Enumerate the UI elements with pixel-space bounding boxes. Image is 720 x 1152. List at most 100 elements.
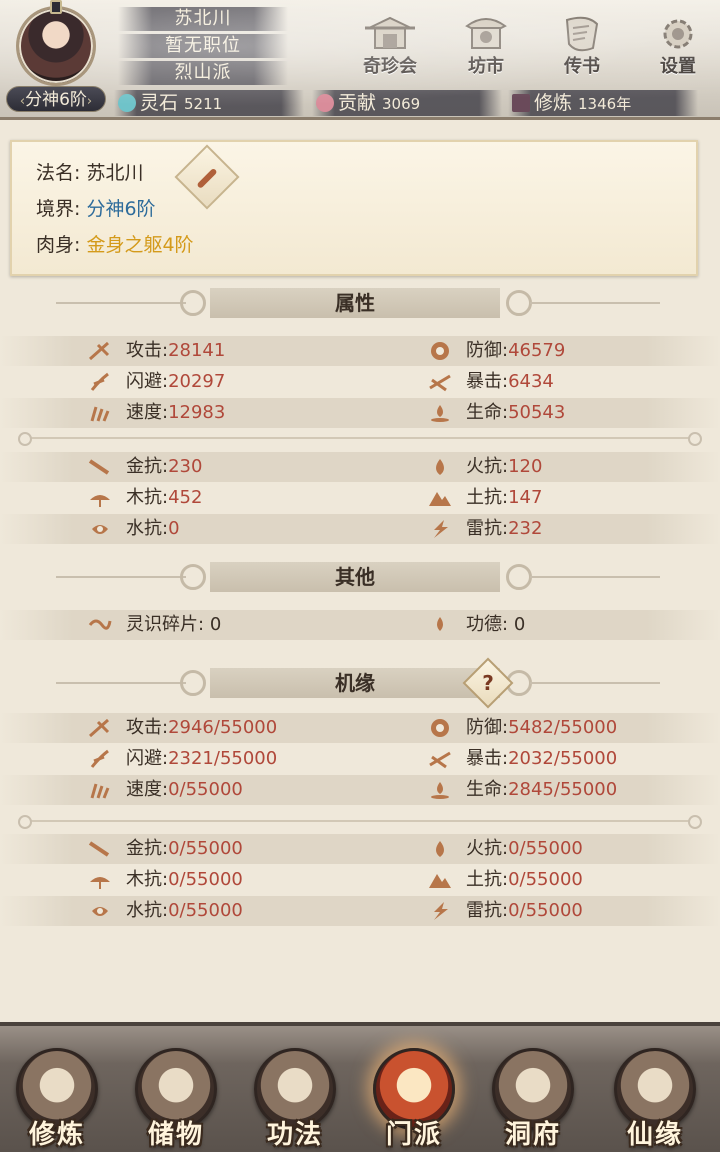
fire-resist-value: 120 — [508, 456, 543, 477]
fortune-attack-label: 攻击: — [126, 717, 169, 738]
other-row: 灵识碎片: 0 功德: 0 — [0, 610, 720, 640]
cultivation-label: 修炼 — [534, 92, 573, 114]
settings-button[interactable]: 设置 — [642, 14, 714, 78]
attack-label: 攻击: — [126, 340, 169, 361]
dharma-name-value: 苏北川 — [86, 162, 144, 184]
soul-fragment-label: 灵识碎片: — [126, 614, 205, 635]
defense-value: 46579 — [508, 340, 566, 361]
speed-icon — [88, 780, 112, 800]
realm-row: 境界: 分神6阶 — [36, 194, 156, 224]
fortune-metal-resist-value: 0/55000 — [168, 838, 243, 859]
fire-resist-icon — [428, 839, 452, 859]
player-position: 暂无职位 — [118, 34, 288, 58]
letter-button[interactable]: 传书 — [546, 14, 618, 78]
critical-value: 6434 — [508, 371, 554, 392]
realm-value: 分神6阶 — [86, 198, 156, 220]
spirit-stone-resource: 灵石 5211 — [114, 90, 304, 116]
title-line-left — [56, 302, 186, 304]
question-icon: ? — [482, 671, 494, 695]
other-section-title: 其他 — [0, 561, 720, 593]
metal-resist-value: 230 — [168, 456, 203, 477]
nav-immortal-fate[interactable]: 仙缘 — [600, 1036, 710, 1152]
dodge-value: 20297 — [168, 371, 226, 392]
nav-storage[interactable]: 储物 — [121, 1036, 231, 1152]
fortune-section-title: 机缘 — [0, 667, 720, 699]
fortune-help-button[interactable]: ? — [462, 657, 514, 709]
realm-tag: ‹分神6阶› — [6, 86, 106, 112]
realm-tag-label: 分神6阶 — [25, 90, 87, 110]
life-value: 50543 — [508, 402, 566, 423]
cultivation-resource: 修炼 1346年 — [508, 90, 698, 116]
fortune-speed-value: 0/55000 — [168, 779, 243, 800]
metal-resist-icon — [88, 457, 112, 477]
fortune-attack-value: 2946/55000 — [168, 717, 278, 738]
dharma-name-row: 法名: 苏北川 — [36, 158, 143, 188]
thunder-resist-icon — [428, 901, 452, 921]
fortune-row-1: 攻击:2946/55000 防御:5482/55000 — [0, 713, 720, 743]
nav-technique[interactable]: 功法 — [240, 1036, 350, 1152]
fortune-defense-value: 5482/55000 — [508, 717, 618, 738]
fortune-fire-resist-label: 火抗: — [466, 838, 509, 859]
fortune-title: 机缘 — [210, 668, 500, 698]
hairpin-icon — [50, 0, 62, 14]
avatar[interactable] — [16, 6, 96, 86]
cultivation-icon — [512, 94, 530, 112]
life-label: 生命: — [466, 402, 509, 423]
market-button[interactable]: 坊市 — [450, 14, 522, 78]
earth-resist-value: 147 — [508, 487, 543, 508]
res-row-2: 木抗:452 土抗:147 — [0, 483, 720, 513]
fortune-speed-label: 速度: — [126, 779, 169, 800]
letter-label: 传书 — [564, 56, 600, 77]
nav-technique-label: 功法 — [266, 1120, 323, 1150]
nav-cultivation[interactable]: 修炼 — [2, 1036, 112, 1152]
res-row-3: 水抗:0 雷抗:232 — [0, 514, 720, 544]
spirit-stone-label: 灵石 — [140, 92, 179, 114]
dodge-label: 闪避: — [126, 371, 169, 392]
fortune-water-resist-label: 水抗: — [126, 900, 169, 921]
bottom-navigation: 修炼 储物 功法 门派 洞府 仙缘 — [0, 1022, 720, 1152]
speed-label: 速度: — [126, 402, 169, 423]
attributes-section-title: 属性 — [0, 287, 720, 319]
attr-row-3: 速度:12983 生命:50543 — [0, 398, 720, 428]
realm-label: 境界: — [36, 198, 81, 220]
rename-button[interactable] — [174, 144, 240, 210]
contribution-icon — [316, 94, 334, 112]
fortune-res-row-2: 木抗:0/55000 土抗:0/55000 — [0, 865, 720, 895]
market-icon — [461, 14, 511, 54]
nav-cave-abode[interactable]: 洞府 — [478, 1036, 588, 1152]
defense-icon — [428, 341, 452, 361]
title-line-right — [530, 682, 660, 684]
nav-storage-label: 储物 — [147, 1120, 204, 1150]
fortune-earth-resist-value: 0/55000 — [508, 869, 583, 890]
speed-value: 12983 — [168, 402, 226, 423]
top-header: ‹分神6阶› 苏北川 暂无职位 烈山派 奇珍会 坊市 传书 设置 灵石 5211 … — [0, 0, 720, 120]
wood-resist-icon — [88, 488, 112, 508]
merit-label: 功德: — [466, 614, 509, 635]
defense-icon — [428, 718, 452, 738]
title-line-right — [530, 576, 660, 578]
fortune-defense-label: 防御: — [466, 717, 509, 738]
res-row-1: 金抗:230 火抗:120 — [0, 452, 720, 482]
life-icon — [428, 780, 452, 800]
fortune-row-3: 速度:0/55000 生命:2845/55000 — [0, 775, 720, 805]
water-resist-label: 水抗: — [126, 518, 169, 539]
nav-sect[interactable]: 门派 — [359, 1036, 469, 1152]
avatar-frame[interactable] — [4, 0, 108, 88]
section-divider — [18, 432, 702, 446]
fortune-wood-resist-label: 木抗: — [126, 869, 169, 890]
fortune-earth-resist-label: 土抗: — [466, 869, 509, 890]
brush-icon — [196, 167, 218, 190]
fortune-life-label: 生命: — [466, 779, 509, 800]
title-line-right — [530, 302, 660, 304]
wood-resist-icon — [88, 870, 112, 890]
metal-resist-icon — [88, 839, 112, 859]
cloud-ornament-icon — [180, 670, 206, 696]
gear-icon — [653, 14, 703, 54]
contribution-label: 贡献 — [338, 92, 377, 114]
right-bracket-icon: › — [86, 94, 93, 109]
fortune-dodge-value: 2321/55000 — [168, 748, 278, 769]
wood-resist-value: 452 — [168, 487, 203, 508]
treasure-pavilion-button[interactable]: 奇珍会 — [354, 14, 426, 78]
fortune-fire-resist-value: 0/55000 — [508, 838, 583, 859]
cloud-ornament-icon — [506, 290, 532, 316]
